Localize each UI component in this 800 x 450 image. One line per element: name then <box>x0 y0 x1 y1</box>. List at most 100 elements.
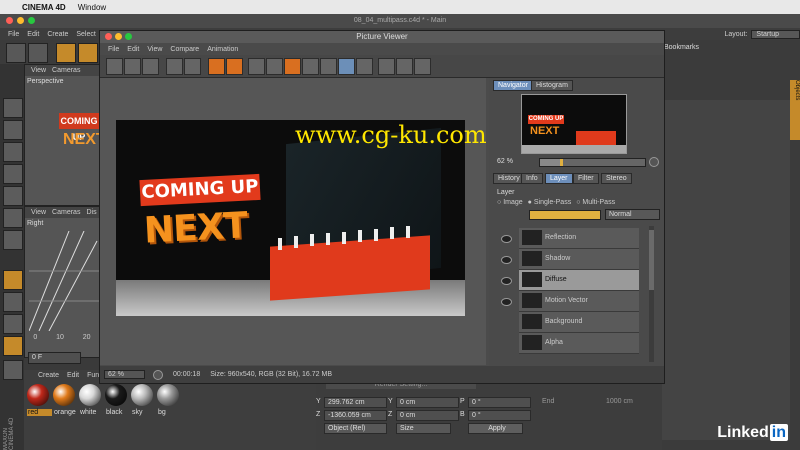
model-icon[interactable] <box>3 120 23 140</box>
viewport-view-menu[interactable]: View <box>31 209 46 216</box>
mode-single-pass-radio[interactable]: ● Single-Pass <box>528 199 572 206</box>
frame-field[interactable]: 0 F <box>28 352 81 364</box>
magnet-icon[interactable] <box>3 336 23 356</box>
redo-icon[interactable] <box>28 43 48 63</box>
pv-menu-animation[interactable]: Animation <box>207 46 238 53</box>
tab-history[interactable]: History <box>493 173 525 184</box>
timeline-ruler[interactable]: 0 10 20 <box>24 334 100 344</box>
layer-row[interactable]: Shadow <box>519 249 639 270</box>
layer-row[interactable]: Diffuse <box>519 270 639 291</box>
apply-button[interactable]: Apply <box>468 423 523 434</box>
grid-icon[interactable] <box>3 360 23 380</box>
menu-select[interactable]: Select <box>76 31 95 38</box>
size-mode-select[interactable]: Size <box>396 423 451 434</box>
opacity-slider[interactable] <box>529 210 601 220</box>
select-icon[interactable] <box>56 43 76 63</box>
layer-row[interactable]: Background <box>519 312 639 333</box>
workplane-icon[interactable] <box>3 164 23 184</box>
minimize-icon[interactable] <box>115 33 122 40</box>
pv-menu-file[interactable]: File <box>108 46 119 53</box>
slider-handle[interactable] <box>560 159 563 166</box>
texture-icon[interactable] <box>3 142 23 162</box>
snapshot-icon[interactable] <box>266 58 283 75</box>
rotation-b-field[interactable]: 0 ° <box>468 410 531 421</box>
viewport-perspective[interactable]: View Cameras Perspective COMING UP NEXT <box>24 64 106 206</box>
edges-icon[interactable] <box>3 208 23 228</box>
zoom-reset-icon[interactable] <box>649 157 659 167</box>
ab-compare-icon[interactable] <box>248 58 265 75</box>
record-icon[interactable] <box>302 58 319 75</box>
layer-row[interactable]: Alpha <box>519 333 639 354</box>
tab-info[interactable]: Info <box>521 173 543 184</box>
minimize-icon[interactable] <box>17 17 24 24</box>
tweak-icon[interactable] <box>3 292 23 312</box>
zoom-reset-icon[interactable] <box>152 369 163 380</box>
material-swatch[interactable] <box>105 384 127 406</box>
close-icon[interactable] <box>6 17 13 24</box>
render-view-icon[interactable] <box>226 58 243 75</box>
tab-filter[interactable]: Filter <box>573 173 599 184</box>
viewport-view-menu[interactable]: View <box>31 67 46 74</box>
material-label[interactable]: orange <box>53 409 78 416</box>
pv-menu-compare[interactable]: Compare <box>170 46 199 53</box>
app-menu[interactable]: CINEMA 4D <box>22 3 66 12</box>
viewport-cameras-menu[interactable]: Cameras <box>52 67 80 74</box>
visibility-eye-icon[interactable] <box>501 277 512 285</box>
material-function-menu[interactable]: Fun <box>87 372 99 379</box>
menu-file[interactable]: File <box>8 31 19 38</box>
material-label[interactable]: sky <box>131 409 156 416</box>
menu-edit[interactable]: Edit <box>27 31 39 38</box>
full-icon[interactable] <box>356 58 373 75</box>
mode-image-radio[interactable]: ○ Image <box>497 199 523 206</box>
visibility-eye-icon[interactable] <box>501 298 512 306</box>
position-z-field[interactable]: -1360.059 cm <box>324 410 387 421</box>
close-icon[interactable] <box>105 33 112 40</box>
rendered-image[interactable]: COMING UP NEXT <box>116 120 465 316</box>
channel-a-icon[interactable] <box>378 58 395 75</box>
tab-navigator[interactable]: Navigator <box>493 80 533 91</box>
object-list[interactable] <box>662 100 790 440</box>
mode-multi-pass-radio[interactable]: ○ Multi-Pass <box>576 199 615 206</box>
material-swatch[interactable] <box>27 384 49 406</box>
material-create-menu[interactable]: Create <box>38 372 59 379</box>
zoom-icon[interactable] <box>125 33 132 40</box>
tab-stereo[interactable]: Stereo <box>601 173 632 184</box>
layout-selector[interactable]: Layout: Startup <box>724 28 800 40</box>
blend-mode-select[interactable]: Normal <box>605 209 660 220</box>
material-edit-menu[interactable]: Edit <box>67 372 79 379</box>
save-icon[interactable] <box>124 58 141 75</box>
render-icon[interactable] <box>208 58 225 75</box>
layer-scrollbar[interactable] <box>649 226 654 362</box>
material-swatch[interactable] <box>131 384 153 406</box>
tab-histogram[interactable]: Histogram <box>531 80 573 91</box>
grid-icon[interactable] <box>142 58 159 75</box>
zoom-dropdown[interactable]: 62 % <box>104 370 145 379</box>
viewport-cameras-menu[interactable]: Cameras <box>52 209 80 216</box>
coord-mode-select[interactable]: Object (Rel) <box>324 423 387 434</box>
material-swatch[interactable] <box>157 384 179 406</box>
viewport-display-menu[interactable]: Dis <box>86 209 96 216</box>
move-icon[interactable] <box>78 43 98 63</box>
scrollbar-thumb[interactable] <box>649 230 654 290</box>
pv-menu-edit[interactable]: Edit <box>127 46 139 53</box>
material-label[interactable]: white <box>79 409 104 416</box>
objects-tab[interactable]: Objects <box>790 80 800 140</box>
split-icon[interactable] <box>320 58 337 75</box>
layer-row[interactable]: Reflection <box>519 228 639 249</box>
region-icon[interactable] <box>166 58 183 75</box>
visibility-eye-icon[interactable] <box>501 235 512 243</box>
channel-b-icon[interactable] <box>396 58 413 75</box>
swap-icon[interactable] <box>414 58 431 75</box>
layout-dropdown[interactable]: Startup <box>751 29 800 39</box>
polygons-icon[interactable] <box>3 230 23 250</box>
rotation-p-field[interactable]: 0 ° <box>468 397 531 408</box>
material-label[interactable]: black <box>105 409 130 416</box>
material-label[interactable]: bg <box>157 409 182 416</box>
size-z-field[interactable]: 0 cm <box>396 410 459 421</box>
menu-create[interactable]: Create <box>47 31 68 38</box>
visibility-eye-icon[interactable] <box>501 256 512 264</box>
snap-icon[interactable] <box>3 314 23 334</box>
layer-row[interactable]: Motion Vector <box>519 291 639 312</box>
picture-viewer-titlebar[interactable]: Picture Viewer <box>100 31 664 43</box>
zoom-icon[interactable] <box>28 17 35 24</box>
